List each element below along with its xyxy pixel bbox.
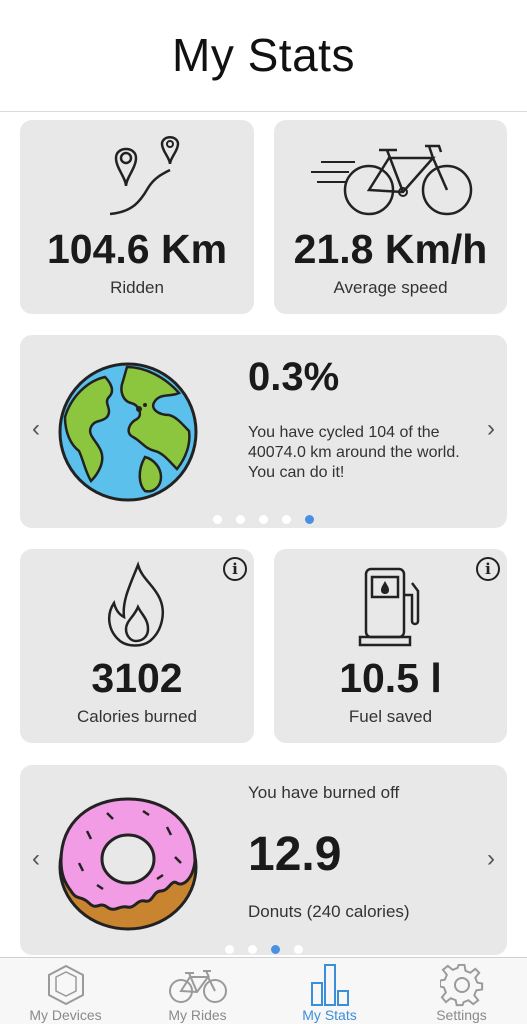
tab-my-devices[interactable]: My Devices — [0, 958, 131, 1024]
next-arrow[interactable]: › — [481, 415, 501, 443]
donut-label: Donuts (240 calories) — [248, 902, 410, 921]
fuel-value: 10.5 l — [339, 655, 442, 701]
page-dot[interactable] — [224, 945, 234, 954]
tab-bar: My Devices My Rides My Stats Settings — [0, 957, 527, 1024]
earth-icon — [58, 362, 198, 502]
tab-label: My Stats — [302, 1007, 357, 1023]
donut-icon — [58, 797, 198, 931]
world-percent: 0.3% — [248, 355, 340, 399]
page-dot-active[interactable] — [270, 945, 280, 954]
page-dot[interactable] — [236, 515, 245, 524]
gear-icon — [439, 963, 483, 1007]
bar-chart-icon — [310, 964, 349, 1006]
donut-value: 12.9 — [248, 828, 342, 881]
fuel-card: i 10.5 l Fuel saved — [274, 549, 507, 743]
info-icon[interactable]: i — [476, 557, 500, 581]
device-hexagon-icon — [47, 964, 84, 1006]
map-route-icon — [109, 136, 180, 216]
donut-card[interactable]: ‹ You have burned off 12.9 Donuts (240 c… — [20, 765, 507, 955]
tab-my-rides[interactable]: My Rides — [132, 958, 263, 1024]
page-dot[interactable] — [293, 945, 303, 954]
distance-label: Ridden — [110, 278, 164, 297]
tab-label: My Rides — [168, 1007, 227, 1023]
page-dot[interactable] — [259, 515, 268, 524]
distance-value: 104.6 Km — [46, 226, 228, 272]
page-title: My Stats — [172, 29, 355, 81]
bicycle-speed-icon — [311, 144, 473, 216]
page-dot[interactable] — [247, 945, 257, 954]
speed-card: 21.8 Km/h Average speed — [274, 120, 507, 314]
next-arrow[interactable]: › — [481, 845, 501, 873]
speed-label: Average speed — [333, 278, 448, 297]
world-progress-card[interactable]: ‹ 0.3% You have cycled 104 of the 40074.… — [20, 335, 507, 528]
world-description: You have cycled 104 of the 40074.0 km ar… — [248, 424, 460, 481]
bicycle-icon — [168, 970, 227, 1003]
calories-label: Calories burned — [76, 707, 197, 726]
header-bar: My Stats — [0, 0, 527, 112]
page-dot[interactable] — [282, 515, 291, 524]
calories-card: i 3102 Calories burned — [20, 549, 254, 743]
previous-arrow[interactable]: ‹ — [26, 415, 46, 443]
tab-settings[interactable]: Settings — [396, 958, 527, 1024]
tab-label: Settings — [436, 1007, 487, 1023]
donut-intro: You have burned off — [248, 783, 400, 802]
calories-value: 3102 — [91, 655, 183, 701]
page-dot[interactable] — [213, 515, 222, 524]
fuel-label: Fuel saved — [348, 707, 433, 726]
distance-card: 104.6 Km Ridden — [20, 120, 254, 314]
previous-arrow[interactable]: ‹ — [26, 845, 46, 873]
info-icon[interactable]: i — [223, 557, 247, 581]
speed-value: 21.8 Km/h — [293, 226, 488, 272]
tab-my-stats[interactable]: My Stats — [264, 958, 395, 1024]
fuel-pump-icon — [358, 567, 420, 647]
tab-label: My Devices — [29, 1007, 102, 1023]
page-dot-active[interactable] — [305, 515, 314, 524]
flame-icon — [107, 561, 164, 647]
page-indicator[interactable] — [20, 511, 507, 529]
